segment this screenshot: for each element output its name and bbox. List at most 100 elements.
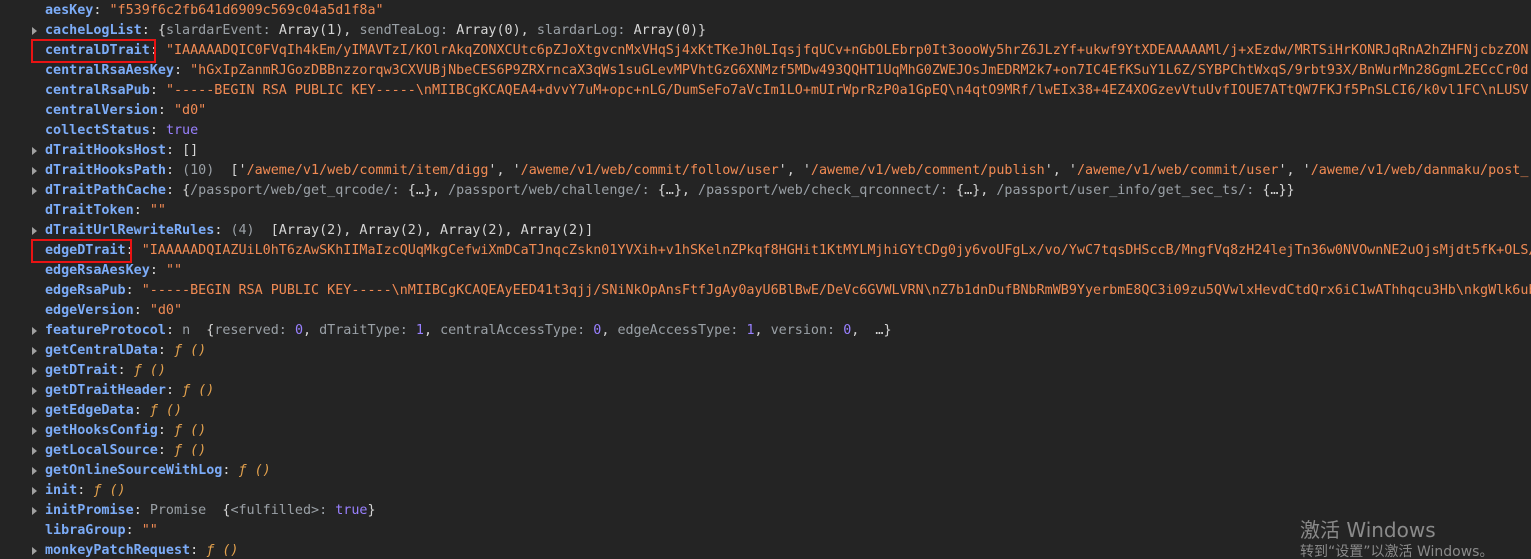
property-line: centralRsaAesKey: "hGxIpZanmRJGozDBBnzzo… [45,61,1528,81]
expand-triangle-icon[interactable] [32,487,37,495]
property-value-part: /aweme/v1/web/comment/publish [810,163,1045,178]
property-line: featureProtocol: n {reserved: 0, dTraitT… [45,321,892,341]
property-colon: : [165,183,183,198]
expand-triangle-icon[interactable] [32,547,37,555]
property-line: cacheLogList: {slardarEvent: Array(1), s… [45,21,706,41]
property-value-part: [' [230,163,247,178]
property-row-init[interactable]: init: ƒ () [0,481,1531,501]
property-value-part: ', ' [488,163,521,178]
property-colon: : [222,463,239,478]
property-colon: : [149,123,166,138]
property-value-part: { [157,23,166,38]
property-row-cacheLogList[interactable]: cacheLogList: {slardarEvent: Array(1), s… [0,21,1531,41]
property-key: init [45,483,78,498]
property-value-part: (4) [230,223,271,238]
property-row-getEdgeData[interactable]: getEdgeData: ƒ () [0,401,1531,421]
expand-triangle-icon[interactable] [32,467,37,475]
property-key: centralRsaPub [45,83,150,98]
property-row-dTraitHooksPath[interactable]: dTraitHooksPath: (10) ['/aweme/v1/web/co… [0,161,1531,181]
property-value-part: /aweme/v1/web/danmaku/post_ [1310,163,1529,178]
property-key: edgeVersion [45,303,134,318]
property-line: edgeVersion: "d0" [45,301,182,321]
property-colon: : [165,143,183,158]
property-value-part: "-----BEGIN RSA PUBLIC KEY-----\nMIIBCgK… [165,83,1529,98]
property-key: edgeRsaAesKey [45,263,150,278]
expand-triangle-icon[interactable] [32,507,37,515]
expand-triangle-icon[interactable] [32,187,37,195]
property-value-part: "f539f6c2fb641d6909c569c04a5d1f8a" [109,3,384,18]
property-row-dTraitPathCache[interactable]: dTraitPathCache: {/passport/web/get_qrco… [0,181,1531,201]
property-value-part: /passport/web/check_qrconnect/: [698,183,957,198]
property-value-part: Promise [149,503,223,518]
expand-triangle-icon[interactable] [32,387,37,395]
property-colon: : [133,203,150,218]
windows-activation-hint: 转到“设置”以激活 Windows。 [1300,544,1494,559]
property-value-part: ƒ () [182,383,215,398]
property-row-featureProtocol[interactable]: featureProtocol: n {reserved: 0, dTraitT… [0,321,1531,341]
expand-triangle-icon[interactable] [32,447,37,455]
property-value-part: "" [141,523,158,538]
property-row-centralDTrait: centralDTrait: "IAAAAADQIC0FVqIh4kEm/yIM… [0,41,1531,61]
expand-triangle-icon[interactable] [32,167,37,175]
property-row-dTraitToken: dTraitToken: "" [0,201,1531,221]
property-value-part: (10) [182,163,231,178]
property-key: cacheLogList [45,23,142,38]
expand-triangle-icon[interactable] [32,367,37,375]
property-key: edgeDTrait [45,243,126,258]
property-line: centralDTrait: "IAAAAADQIC0FVqIh4kEm/yIM… [45,41,1528,61]
property-colon: : [133,303,150,318]
property-colon: : [125,283,142,298]
property-row-getCentralData[interactable]: getCentralData: ƒ () [0,341,1531,361]
property-line: getOnlineSourceWithLog: ƒ () [45,461,271,481]
property-row-edgeRsaAesKey: edgeRsaAesKey: "" [0,261,1531,281]
property-value-part: true [335,503,368,518]
expand-triangle-icon[interactable] [32,427,37,435]
property-row-getLocalSource[interactable]: getLocalSource: ƒ () [0,441,1531,461]
property-key: centralRsaAesKey [45,63,174,78]
expand-triangle-icon[interactable] [32,147,37,155]
property-key: getOnlineSourceWithLog [45,463,223,478]
property-row-dTraitUrlRewriteRules[interactable]: dTraitUrlRewriteRules: (4) [Array(2), Ar… [0,221,1531,241]
property-row-aesKey: aesKey: "f539f6c2fb641d6909c569c04a5d1f8… [0,1,1531,21]
property-row-getDTrait[interactable]: getDTrait: ƒ () [0,361,1531,381]
property-colon: : [117,363,134,378]
property-value-part: 1 [415,323,424,338]
expand-triangle-icon[interactable] [32,227,37,235]
property-value-part: ƒ () [206,543,239,558]
property-key: dTraitUrlRewriteRules [45,223,215,238]
property-value-part: <fulfilled>: [230,503,336,518]
property-colon: : [190,543,207,558]
property-colon: : [157,103,174,118]
property-row-dTraitHooksHost[interactable]: dTraitHooksHost: [] [0,141,1531,161]
property-line: getDTrait: ƒ () [45,361,166,381]
property-line: dTraitHooksHost: [] [45,141,198,161]
property-value-part: /passport/user_info/get_sec_ts/: [996,183,1263,198]
property-value-part: [] [182,143,199,158]
property-value-part: 0 [294,323,303,338]
property-value-part: } [367,503,376,518]
property-key: featureProtocol [45,323,166,338]
property-row-collectStatus: collectStatus: true [0,121,1531,141]
property-line: dTraitPathCache: {/passport/web/get_qrco… [45,181,1295,201]
property-value-part: n [182,323,207,338]
property-row-getOnlineSourceWithLog[interactable]: getOnlineSourceWithLog: ƒ () [0,461,1531,481]
property-value-part: centralAccessType: [440,323,594,338]
expand-triangle-icon[interactable] [32,327,37,335]
property-colon: : [141,23,158,38]
expand-triangle-icon[interactable] [32,27,37,35]
property-key: initPromise [45,503,134,518]
property-value-part: version: [770,323,844,338]
property-value-part: , …} [851,323,892,338]
property-value-part: /aweme/v1/web/commit/item/digg [246,163,489,178]
property-line: initPromise: Promise {<fulfilled>: true} [45,501,376,521]
expand-triangle-icon[interactable] [32,407,37,415]
property-line: edgeDTrait: "IAAAAADQIAZUiL0hT6zAwSKhIIM… [45,241,1531,261]
property-row-getHooksConfig[interactable]: getHooksConfig: ƒ () [0,421,1531,441]
property-row-getDTraitHeader[interactable]: getDTraitHeader: ƒ () [0,381,1531,401]
expand-triangle-icon[interactable] [32,347,37,355]
property-colon: : [133,503,150,518]
property-value-part: , [423,323,441,338]
property-colon: : [214,223,231,238]
property-line: libraGroup: "" [45,521,158,541]
property-value-part: sendTeaLog: [359,23,457,38]
